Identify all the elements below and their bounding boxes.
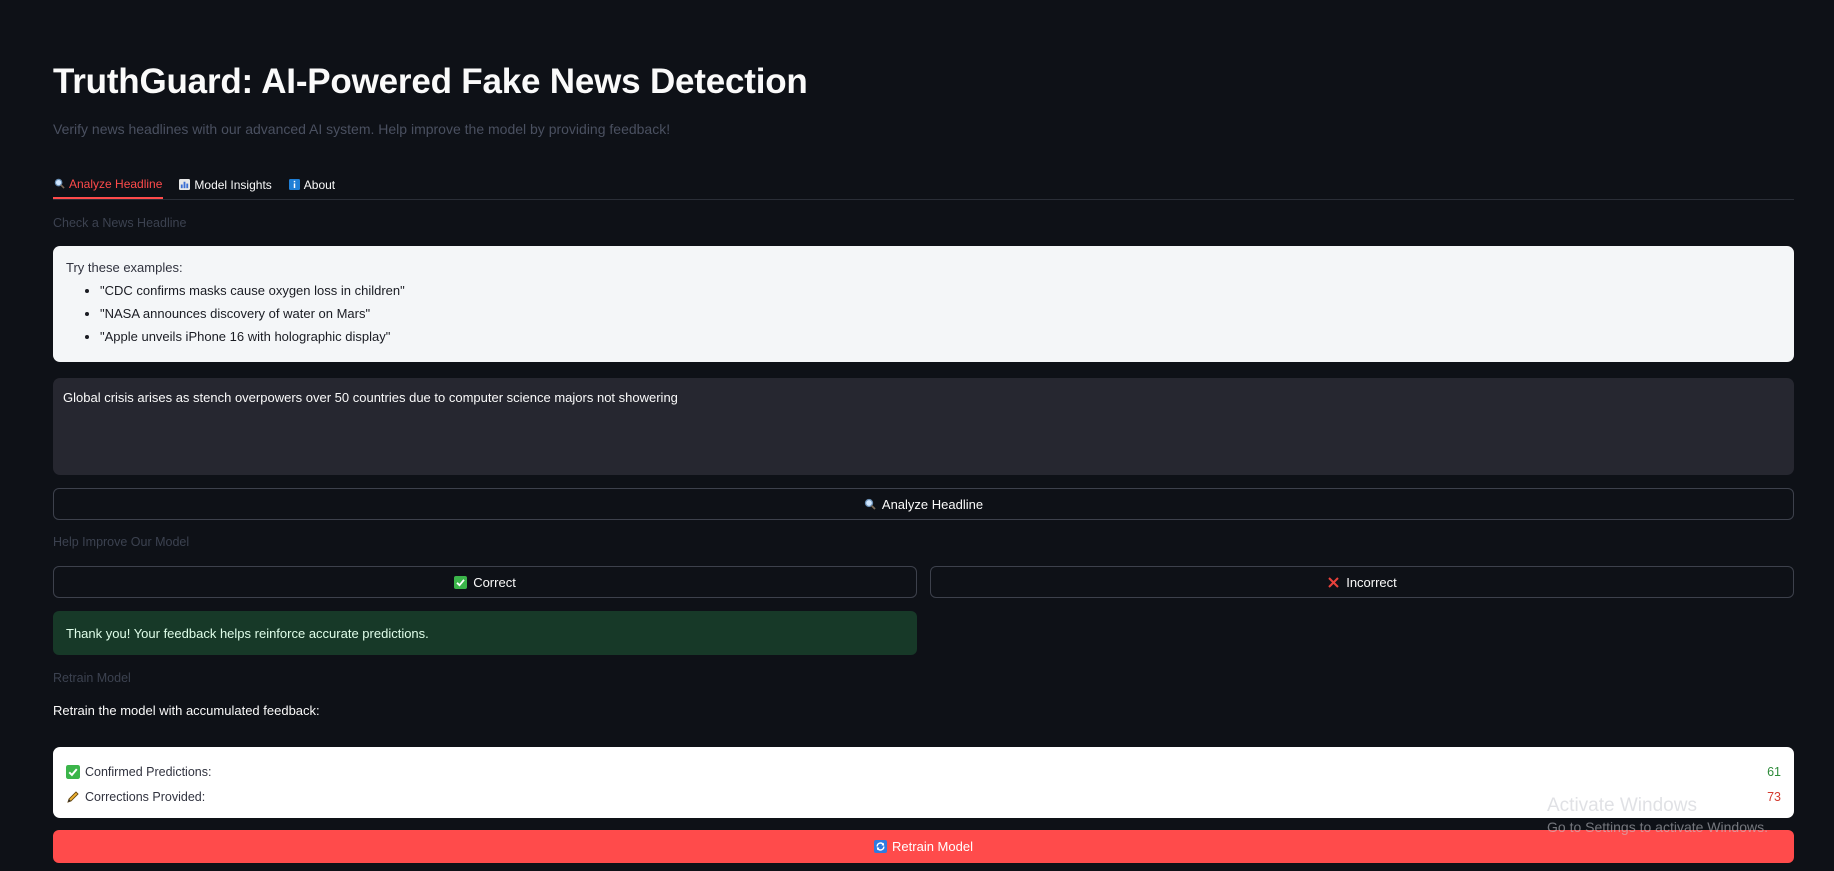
feedback-success-alert: Thank you! Your feedback helps reinforce… xyxy=(53,611,917,655)
tab-bar: Analyze Headline Model Insights About xyxy=(53,170,1794,200)
example-item: "CDC confirms masks cause oxygen loss in… xyxy=(100,279,1781,302)
examples-list: "CDC confirms masks cause oxygen loss in… xyxy=(66,279,1781,348)
windows-activation-watermark: Activate Windows Go to Settings to activ… xyxy=(1547,795,1768,835)
analyze-headline-button[interactable]: Analyze Headline xyxy=(53,488,1794,520)
success-message: Thank you! Your feedback helps reinforce… xyxy=(66,625,429,641)
watermark-subtitle: Go to Settings to activate Windows. xyxy=(1547,819,1768,835)
analyze-button-label: Analyze Headline xyxy=(881,496,984,512)
retrain-section-label: Retrain Model xyxy=(53,671,131,685)
examples-box: Try these examples: "CDC confirms masks … xyxy=(53,246,1794,362)
check-mark-icon xyxy=(66,764,80,779)
magnifier-icon xyxy=(864,498,876,510)
correct-button-label: Correct xyxy=(473,574,516,590)
example-item: "NASA announces discovery of water on Ma… xyxy=(100,302,1781,325)
bar-chart-icon xyxy=(179,179,191,190)
example-item: "Apple unveils iPhone 16 with holographi… xyxy=(100,325,1781,348)
tab-label: Model Insights xyxy=(194,177,272,192)
stat-label: Corrections Provided: xyxy=(85,789,206,804)
tab-label: Analyze Headline xyxy=(69,176,163,191)
incorrect-button[interactable]: Incorrect xyxy=(930,566,1794,598)
page-title: TruthGuard: AI-Powered Fake News Detecti… xyxy=(53,62,808,101)
check-mark-icon xyxy=(454,575,468,589)
retrain-description: Retrain the model with accumulated feedb… xyxy=(53,703,320,718)
tab-about[interactable]: About xyxy=(288,170,336,199)
stat-row-corrections: Corrections Provided: 73 xyxy=(66,784,1781,809)
check-section-label: Check a News Headline xyxy=(53,216,187,230)
refresh-icon xyxy=(874,840,888,853)
info-icon xyxy=(288,179,300,190)
stat-value: 73 xyxy=(1767,789,1781,804)
stat-row-confirmed: Confirmed Predictions: 61 xyxy=(66,759,1781,784)
headline-input[interactable]: Global crisis arises as stench overpower… xyxy=(53,378,1794,475)
tab-analyze-headline[interactable]: Analyze Headline xyxy=(53,170,164,199)
tab-model-insights[interactable]: Model Insights xyxy=(178,170,272,199)
pencil-icon xyxy=(66,790,80,804)
examples-intro: Try these examples: xyxy=(66,260,183,275)
tab-label: About xyxy=(303,177,336,192)
retrain-button-label: Retrain Model xyxy=(892,839,973,854)
incorrect-button-label: Incorrect xyxy=(1346,574,1397,590)
feedback-section-label: Help Improve Our Model xyxy=(53,535,190,549)
cross-icon xyxy=(1327,576,1340,589)
watermark-title: Activate Windows xyxy=(1547,795,1697,816)
correct-button[interactable]: Correct xyxy=(53,566,917,598)
stat-value: 61 xyxy=(1767,764,1781,779)
feedback-stats-box: Confirmed Predictions: 61 Corrections Pr… xyxy=(53,747,1794,818)
retrain-model-button[interactable]: Retrain Model xyxy=(53,830,1794,863)
stat-label: Confirmed Predictions: xyxy=(85,764,212,779)
magnifier-icon xyxy=(54,178,65,189)
page-subtitle: Verify news headlines with our advanced … xyxy=(53,121,671,137)
